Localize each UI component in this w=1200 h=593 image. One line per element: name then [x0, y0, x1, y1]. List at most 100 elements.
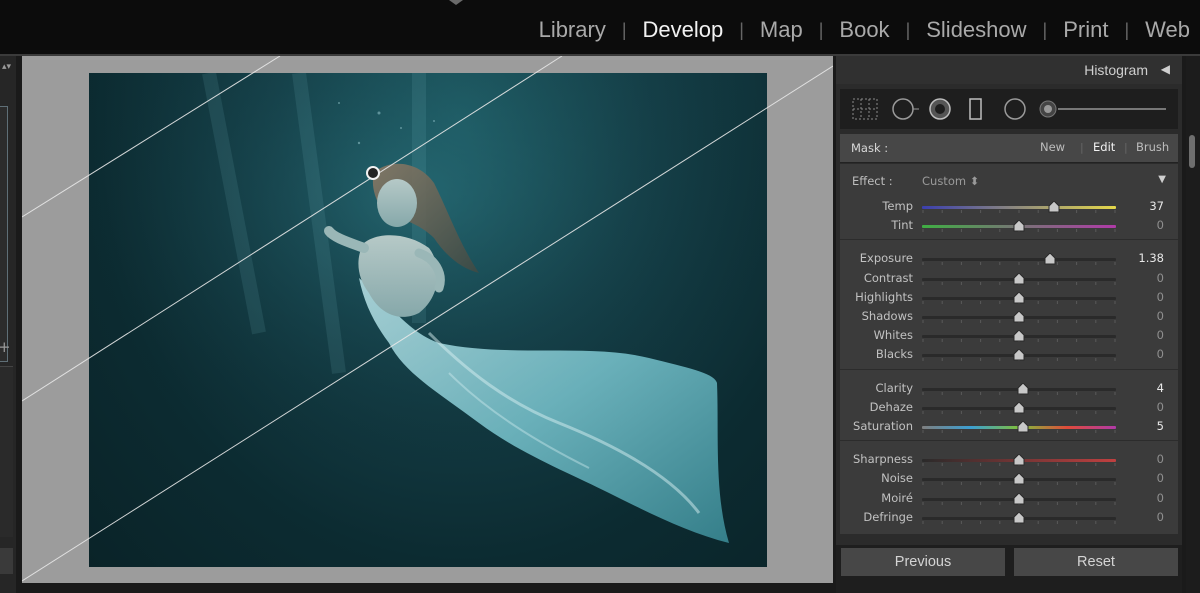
mask-separator: |	[1080, 141, 1084, 154]
histogram-title: Histogram	[1084, 62, 1148, 78]
mask-brush-button[interactable]: Brush	[1136, 140, 1169, 154]
slider-row-highlights: Highlights 0	[840, 289, 1178, 308]
saturation-value[interactable]: 5	[1157, 419, 1164, 433]
clarity-value[interactable]: 4	[1157, 381, 1164, 395]
slider-row-blacks: Blacks 0	[840, 346, 1178, 365]
slider-row-contrast: Contrast 0	[840, 270, 1178, 289]
slider-row-clarity: Clarity 4	[840, 380, 1178, 399]
radial-filter-icon[interactable]	[1003, 98, 1027, 120]
contrast-label: Contrast	[863, 270, 913, 285]
dehaze-label: Dehaze	[869, 399, 913, 414]
moir-value[interactable]: 0	[1157, 491, 1164, 505]
slider-row-shadows: Shadows 0	[840, 308, 1178, 327]
defringe-label: Defringe	[863, 509, 913, 524]
blacks-label: Blacks	[875, 347, 913, 362]
crop-overlay-icon[interactable]	[852, 98, 878, 120]
tint-label: Tint	[891, 218, 913, 233]
slider-row-whites: Whites 0	[840, 327, 1178, 346]
right-panel: Histogram ◀ Mask : New | Edit | Brush Ef…	[836, 56, 1182, 593]
filter-guide-line-top[interactable]	[22, 56, 281, 218]
slider-row-sharpness: Sharpness 0	[840, 451, 1178, 470]
temp-label: Temp	[882, 199, 913, 213]
mask-new-button[interactable]: New	[1040, 140, 1065, 154]
exposure-ticks	[922, 251, 1116, 266]
noise-value[interactable]: 0	[1157, 471, 1164, 485]
navigator-preview	[0, 106, 8, 362]
group-divider	[840, 368, 1178, 370]
module-map[interactable]: Map	[744, 17, 819, 43]
module-book[interactable]: Book	[823, 17, 905, 43]
module-picker: Library | Develop | Map | Book | Slideshow | Print…	[523, 17, 1200, 43]
tool-strip	[840, 89, 1178, 129]
filter-pin-icon[interactable]	[366, 166, 380, 180]
spot-removal-icon[interactable]	[891, 98, 921, 120]
mask-separator: |	[1124, 141, 1128, 154]
mask-edit-button[interactable]: Edit	[1093, 140, 1115, 154]
tint-value[interactable]: 0	[1157, 218, 1164, 232]
panel-toggle-triangle-icon[interactable]	[449, 0, 463, 5]
module-web[interactable]: Web	[1129, 17, 1200, 43]
highlights-value[interactable]: 0	[1157, 290, 1164, 304]
exposure-label: Exposure	[859, 251, 913, 266]
group-divider	[840, 239, 1178, 241]
group-divider	[840, 440, 1178, 442]
module-print[interactable]: Print	[1047, 17, 1124, 43]
mask-label: Mask :	[851, 141, 889, 155]
effect-label: Effect :	[852, 174, 893, 188]
red-eye-icon[interactable]	[928, 98, 952, 120]
panel-scrollbar[interactable]	[1186, 56, 1200, 593]
sharpness-label: Sharpness	[852, 452, 913, 467]
shadows-label: Shadows	[861, 309, 913, 323]
slider-row-temp: Temp 37	[840, 198, 1178, 217]
slider-row-dehaze: Dehaze 0	[840, 399, 1178, 418]
updown-arrow-icon[interactable]: ▴▾	[2, 62, 11, 72]
histogram-header[interactable]: Histogram ◀	[836, 56, 1182, 84]
exposure-value[interactable]: 1.38	[1138, 251, 1164, 265]
whites-value[interactable]: 0	[1157, 328, 1164, 342]
module-bar: Library | Develop | Map | Book | Slideshow | Print…	[0, 0, 1200, 54]
bottom-buttons: Previous Reset	[836, 545, 1182, 593]
brush-size-slider[interactable]	[1038, 98, 1170, 120]
saturation-label: Saturation	[853, 419, 913, 433]
temp-value[interactable]: 37	[1149, 199, 1164, 213]
left-panel: ▴▾ +	[0, 56, 16, 593]
collapse-arrow-icon[interactable]: ◀	[1161, 62, 1170, 76]
slider-row-tint: Tint 0	[840, 217, 1178, 236]
noise-label: Noise	[881, 471, 913, 486]
scrollbar-thumb[interactable]	[1189, 135, 1195, 168]
exposure-slider-track[interactable]	[922, 258, 1116, 262]
graduated-filter-icon[interactable]	[968, 98, 984, 120]
effect-preset-select[interactable]: Custom ⬍	[922, 174, 979, 188]
module-develop[interactable]: Develop	[627, 17, 740, 43]
highlights-label: Highlights	[855, 289, 913, 304]
contrast-value[interactable]: 0	[1157, 271, 1164, 285]
whites-label: Whites	[873, 328, 913, 343]
module-library[interactable]: Library	[523, 17, 622, 43]
defringe-value[interactable]: 0	[1157, 510, 1164, 524]
slider-row-noise: Noise 0	[840, 470, 1178, 489]
shadows-value[interactable]: 0	[1157, 309, 1164, 323]
slider-row-moir: Moiré 0	[840, 490, 1178, 509]
temp-slider-track[interactable]	[922, 206, 1116, 209]
copy-button[interactable]	[0, 548, 13, 574]
module-slideshow[interactable]: Slideshow	[910, 17, 1042, 43]
blacks-value[interactable]: 0	[1157, 347, 1164, 361]
graduated-filter-overlay[interactable]	[22, 56, 833, 583]
sharpness-value[interactable]: 0	[1157, 452, 1164, 466]
reset-button[interactable]: Reset	[1014, 548, 1178, 576]
adjustment-panel: Effect : Custom ⬍ ▼ Temp 37 Tint 0 Exposure 1…	[840, 164, 1178, 534]
presets-panel	[0, 366, 13, 537]
slider-row-exposure: Exposure 1.38	[840, 250, 1178, 269]
slider-row-defringe: Defringe 0	[840, 509, 1178, 528]
dehaze-value[interactable]: 0	[1157, 400, 1164, 414]
image-canvas[interactable]	[22, 56, 833, 583]
previous-button[interactable]: Previous	[841, 548, 1005, 576]
add-preset-icon[interactable]: +	[0, 338, 11, 356]
temp-ticks	[922, 199, 1116, 213]
slider-row-saturation: Saturation 5	[840, 418, 1178, 437]
effect-row[interactable]: Effect : Custom ⬍ ▼	[840, 174, 1178, 192]
disclosure-triangle-icon[interactable]: ▼	[1158, 174, 1166, 185]
moir-label: Moiré	[881, 490, 913, 505]
clarity-label: Clarity	[875, 380, 913, 395]
filter-guide-line-center[interactable]	[22, 56, 563, 402]
